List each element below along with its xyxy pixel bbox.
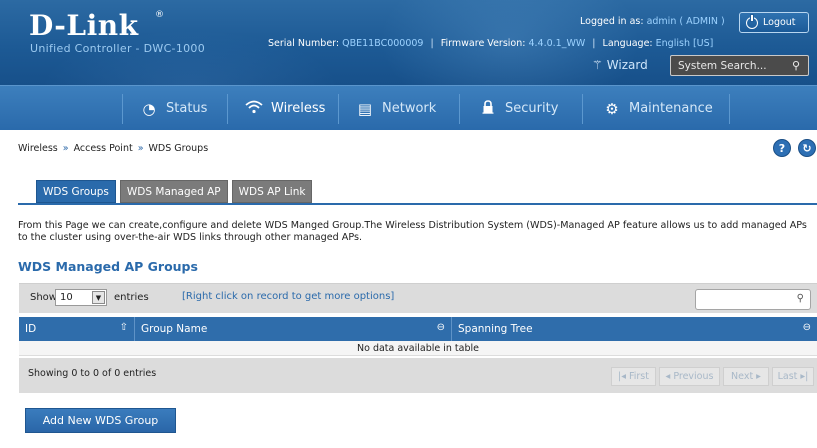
page-size-select[interactable]: 10 ▼ [55,289,107,306]
firmware-version: 4.4.0.1_WW [528,38,586,49]
login-info: Logged in as: admin ( ADMIN ) [580,16,725,27]
power-icon [746,14,758,29]
nav-network[interactable]: ▤ Network [356,86,436,131]
logout-button[interactable]: Logout [739,12,809,33]
section-title: WDS Managed AP Groups [18,259,198,274]
help-icon[interactable]: ? [773,139,791,157]
previous-page-button[interactable]: ◂ Previous [659,367,720,386]
add-wds-group-button[interactable]: Add New WDS Group [25,408,176,433]
next-page-icon: ▸ [756,371,761,382]
previous-page-icon: ◂ [665,371,671,382]
table-header: ID ⇧ Group Name ⊖ Spanning Tree ⊖ [19,317,817,341]
serial-number: QBE11BC000009 [342,38,424,49]
chevron-down-icon: ▼ [92,291,105,304]
product-subtitle: Unified Controller - DWC-1000 [30,42,206,55]
sort-icon: ⊖ [802,322,811,333]
sort-up-icon: ⇧ [119,322,128,333]
breadcrumb: Wireless» Access Point» WDS Groups [18,143,209,154]
first-page-icon: |◂ [618,371,626,382]
breadcrumb-wireless[interactable]: Wireless [18,143,58,154]
breadcrumb-access-point[interactable]: Access Point [74,143,133,154]
right-click-hint: [Right click on record to get more optio… [182,291,395,302]
tab-wds-groups[interactable]: WDS Groups [36,180,116,203]
device-info: Serial Number: QBE11BC000009 | Firmware … [268,38,714,49]
wand-icon: ⚚ [592,58,603,72]
refresh-icon[interactable]: ↻ [798,139,816,157]
nav-security[interactable]: Security [479,86,558,131]
column-id[interactable]: ID ⇧ [19,317,135,341]
column-group-name[interactable]: Group Name ⊖ [135,317,452,341]
tab-underline [18,203,817,205]
gears-icon: ⚙ [605,99,619,118]
header: D-Link ® Unified Controller - DWC-1000 L… [0,0,817,85]
tab-wds-managed-ap[interactable]: WDS Managed AP [119,180,228,203]
registered-mark: ® [155,10,164,20]
table-toolbar: Show 10 ▼ entries [Right click on record… [19,283,817,313]
tab-wds-ap-link[interactable]: WDS AP Link [231,180,313,203]
empty-table-message: No data available in table [19,341,817,356]
logged-user: admin ( ADMIN ) [646,16,725,27]
nav-status[interactable]: ◔ Status [140,86,207,131]
system-search-input[interactable]: System Search... ⚲ [670,55,809,76]
status-icon: ◔ [142,99,156,118]
page-description: From this Page we can create,configure a… [18,220,807,243]
language-link[interactable]: English [US] [656,38,714,49]
wizard-link[interactable]: ⚚ Wizard [592,58,648,72]
dlink-logo: D-Link [29,9,139,42]
search-icon: ⚲ [796,293,804,304]
lock-icon [479,99,497,118]
search-icon[interactable]: ⚲ [792,59,800,72]
network-icon: ▤ [357,99,373,118]
wifi-icon [245,100,263,118]
last-page-button[interactable]: Last ▸| [772,367,814,386]
next-page-button[interactable]: Next ▸ [723,367,769,386]
table-info: Showing 0 to 0 of 0 entries [28,368,157,379]
breadcrumb-wds-groups: WDS Groups [148,143,209,154]
page: D-Link ® Unified Controller - DWC-1000 L… [0,0,817,448]
tab-bar: WDS Groups WDS Managed AP WDS AP Link [36,180,313,203]
nav-maintenance[interactable]: ⚙ Maintenance [603,86,712,131]
table-search-input[interactable]: ⚲ [695,289,811,310]
main-nav: ◔ Status Wireless ▤ Network Security ⚙ M… [0,85,817,130]
sort-icon: ⊖ [436,322,445,333]
table-footer: Showing 0 to 0 of 0 entries |◂ First ◂ Pre… [19,358,817,393]
nav-wireless[interactable]: Wireless [245,86,325,131]
last-page-icon: ▸| [800,371,809,382]
first-page-button[interactable]: |◂ First [611,367,656,386]
column-spanning-tree[interactable]: Spanning Tree ⊖ [452,317,817,341]
